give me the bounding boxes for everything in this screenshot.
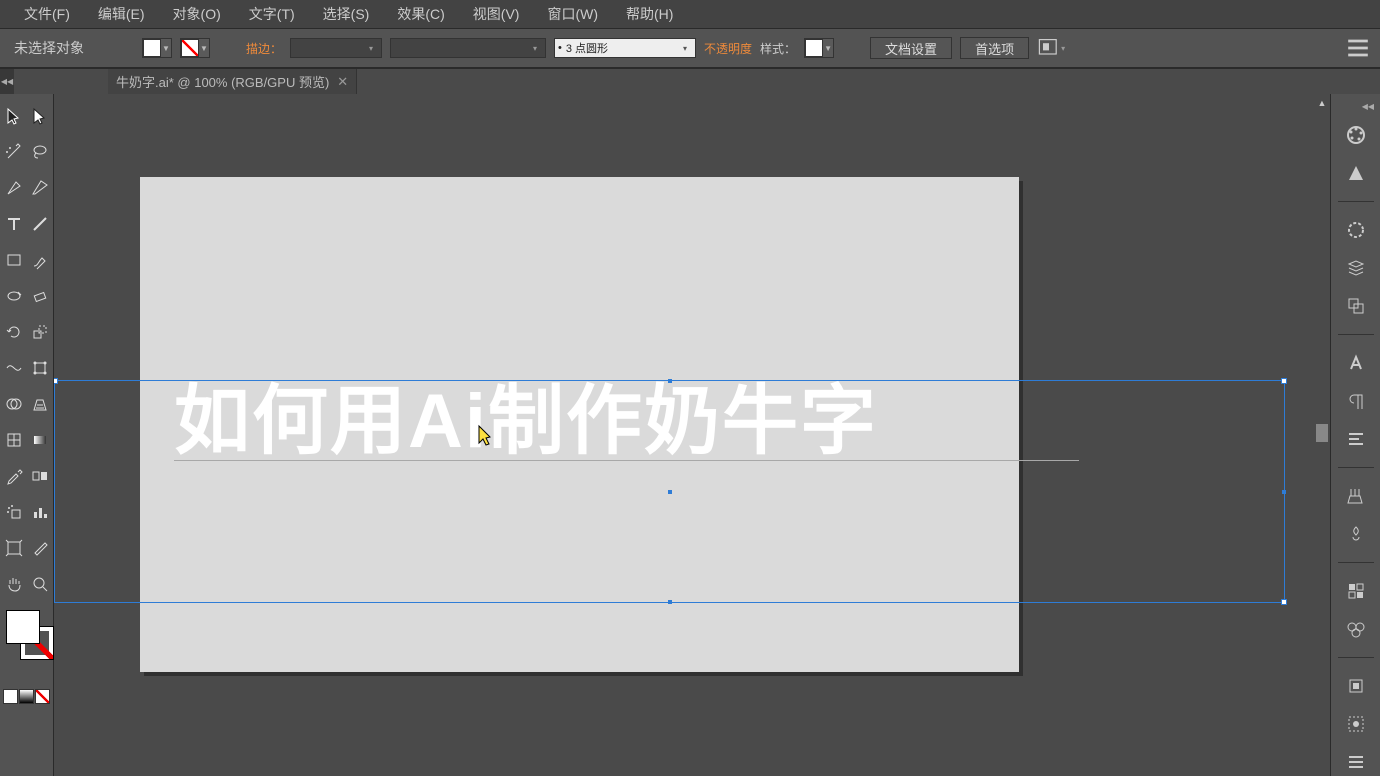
menu-object[interactable]: 对象(O) (161, 2, 233, 26)
column-graph-tool[interactable] (27, 494, 53, 530)
document-tab-bar: ◀◀ 牛奶字.ai* @ 100% (RGB/GPU 预览) ✕ (0, 68, 1380, 94)
toolbar-collapse-icon[interactable]: ◀◀ (0, 69, 14, 94)
mesh-tool[interactable] (1, 422, 27, 458)
menu-help[interactable]: 帮助(H) (614, 2, 685, 26)
align-panel-icon[interactable] (1341, 425, 1371, 453)
document-title: 牛奶字.ai* @ 100% (RGB/GPU 预览) (116, 72, 329, 91)
shaper-tool[interactable] (1, 278, 27, 314)
character-panel-icon[interactable] (1341, 349, 1371, 377)
shape-builder-tool[interactable] (1, 386, 27, 422)
blend-tool[interactable] (27, 458, 53, 494)
eraser-tool[interactable] (27, 278, 53, 314)
paintbrush-tool[interactable] (27, 242, 53, 278)
eyedropper-tool[interactable] (1, 458, 27, 494)
vertical-scrollbar[interactable]: ▲ (1314, 94, 1330, 776)
style-label: 样式： (760, 40, 796, 57)
text-baseline (174, 460, 1079, 461)
brush-dropdown[interactable]: ▾ (390, 38, 546, 58)
free-transform-tool[interactable] (27, 350, 53, 386)
color-panel-icon[interactable] (1341, 121, 1371, 149)
symbol-sprayer-tool[interactable] (1, 494, 27, 530)
type-tool[interactable] (1, 206, 27, 242)
menu-edit[interactable]: 编辑(E) (86, 2, 157, 26)
workspace: 如何用Ai制作奶牛字 ▲ ◀◀ (0, 94, 1380, 776)
selection-state-label: 未选择对象 (8, 36, 90, 60)
rectangle-tool[interactable] (1, 242, 27, 278)
slice-tool[interactable] (27, 530, 53, 566)
menu-bar: 文件(F) 编辑(E) 对象(O) 文字(T) 选择(S) 效果(C) 视图(V… (0, 0, 1380, 28)
color-themes-panel-icon[interactable] (1341, 615, 1371, 643)
canvas-area[interactable]: 如何用Ai制作奶牛字 ▲ (54, 94, 1330, 776)
pathfinder-panel-icon[interactable] (1341, 292, 1371, 320)
stroke-swatch[interactable]: ▼ (180, 38, 210, 58)
color-mode-icons[interactable] (3, 689, 50, 704)
line-tool[interactable] (27, 206, 53, 242)
opacity-panel-icon[interactable] (1341, 254, 1371, 282)
appearance-panel-icon[interactable] (1341, 710, 1371, 738)
close-tab-icon[interactable]: ✕ (337, 74, 348, 90)
hand-tool[interactable] (1, 566, 27, 602)
width-tool[interactable] (1, 350, 27, 386)
document-tab[interactable]: 牛奶字.ai* @ 100% (RGB/GPU 预览) ✕ (108, 69, 357, 94)
lasso-tool[interactable] (27, 134, 53, 170)
direct-selection-tool[interactable] (27, 98, 53, 134)
stroke-label[interactable]: 描边： (246, 40, 282, 57)
menu-file[interactable]: 文件(F) (12, 2, 82, 26)
zoom-tool[interactable] (27, 566, 53, 602)
layers-panel-icon[interactable] (1341, 748, 1371, 776)
menu-view[interactable]: 视图(V) (461, 2, 532, 26)
menu-type[interactable]: 文字(T) (237, 2, 307, 26)
menu-window[interactable]: 窗口(W) (535, 2, 610, 26)
graphic-style-swatch[interactable]: ▼ (804, 38, 834, 58)
transform-panel-icon[interactable] (1341, 672, 1371, 700)
magic-wand-tool[interactable] (1, 134, 27, 170)
dash-profile-dropdown[interactable]: •3 点圆形▾ (554, 38, 696, 58)
brushes-panel-icon[interactable] (1341, 482, 1371, 510)
scale-tool[interactable] (27, 314, 53, 350)
menu-select[interactable]: 选择(S) (311, 2, 382, 26)
document-setup-button[interactable]: 文档设置 (870, 37, 952, 59)
preferences-button[interactable]: 首选项 (960, 37, 1029, 59)
scroll-up-icon[interactable]: ▲ (1314, 94, 1330, 108)
rotate-tool[interactable] (1, 314, 27, 350)
artwork-text[interactable]: 如何用Ai制作奶牛字 (174, 384, 878, 460)
panel-menu-icon[interactable] (1344, 37, 1372, 59)
right-panel-dock: ◀◀ (1330, 94, 1380, 776)
stroke-panel-icon[interactable] (1341, 216, 1371, 244)
paragraph-panel-icon[interactable] (1341, 387, 1371, 415)
curvature-tool[interactable] (27, 170, 53, 206)
color-guide-panel-icon[interactable] (1341, 159, 1371, 187)
gradient-tool[interactable] (27, 422, 53, 458)
selection-tool[interactable] (1, 98, 27, 134)
fill-swatch[interactable]: ▼ (142, 38, 172, 58)
stroke-width-dropdown[interactable]: ▾ (290, 38, 382, 58)
opacity-label[interactable]: 不透明度 (704, 40, 752, 57)
panel-expand-icon[interactable]: ◀◀ (1362, 102, 1374, 111)
perspective-tool[interactable] (27, 386, 53, 422)
menu-effect[interactable]: 效果(C) (385, 2, 456, 26)
pen-tool[interactable] (1, 170, 27, 206)
align-to-icon[interactable]: ▾ (1037, 37, 1065, 59)
artboard-tool[interactable] (1, 530, 27, 566)
swatches-panel-icon[interactable] (1341, 577, 1371, 605)
symbols-panel-icon[interactable] (1341, 520, 1371, 548)
fill-stroke-control[interactable] (2, 608, 52, 680)
control-bar: 未选择对象 ▼ ▼ 描边： ▾ ▾ •3 点圆形▾ 不透明度 样式： ▼ 文档设… (0, 28, 1380, 68)
tools-panel (0, 94, 54, 776)
